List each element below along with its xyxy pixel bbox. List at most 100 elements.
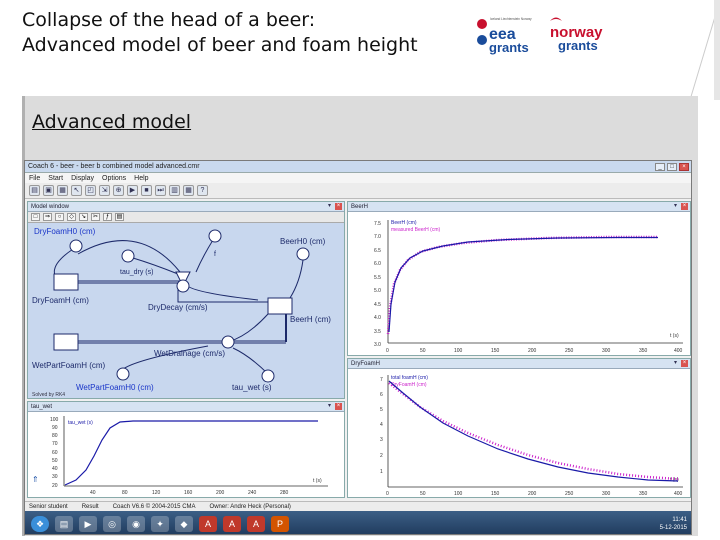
panel-close-icon[interactable]: × — [681, 203, 688, 210]
app-toolbar: ▤ ▣ ▦ ↖ ◰ ⇲ ⊕ ▶ ■ ⏭ ▥ ▦ ? — [25, 183, 691, 199]
beer-x-tick: 0 — [386, 348, 389, 354]
foam-y-tick: 3 — [380, 437, 383, 443]
label-dry-foam-h: DryFoamH (cm) — [32, 296, 89, 305]
powerpoint-icon[interactable]: P — [271, 515, 289, 532]
tau-y-tick: 70 — [52, 441, 58, 447]
solver-label: Solved by RK4 — [32, 392, 65, 398]
tau-wet-series — [64, 420, 318, 486]
scale-icon[interactable]: ⇲ — [99, 185, 110, 196]
model-diagram: DryFoamH0 (cm) tau_dry (s) f BeerH0 (cm)… — [32, 227, 331, 398]
label-wet-drainage: WetDrainage (cm/s) — [154, 349, 225, 358]
os-taskbar: ❖ ▤ ▶ ◎ ◉ ✦ ◆ A A A P 11:41 5-12-2015 — [25, 511, 691, 534]
label-dry-foam-h0: DryFoamH0 (cm) — [34, 227, 96, 236]
panel-menu-icon[interactable]: ▾ — [326, 203, 333, 210]
panel-close-icon[interactable]: × — [335, 403, 342, 410]
label-dry-decay: DryDecay (cm/s) — [148, 303, 208, 312]
foam-x-tick: 300 — [602, 491, 611, 497]
beer-y-tick: 7.0 — [374, 234, 381, 240]
norway-sub-text: grants — [558, 38, 598, 53]
minimize-button[interactable]: _ — [655, 162, 665, 171]
stop-icon[interactable]: ■ — [141, 185, 152, 196]
panel-menu-icon[interactable]: ▾ — [672, 203, 679, 210]
corner-decoration — [690, 0, 720, 100]
browser-icon[interactable]: ◎ — [103, 515, 121, 532]
tau-y-tick: 80 — [52, 433, 58, 439]
system-clock[interactable]: 11:41 5-12-2015 — [660, 516, 691, 532]
panel-menu-icon[interactable]: ▾ — [672, 360, 679, 367]
explorer-icon[interactable]: ▤ — [55, 515, 73, 532]
menu-display[interactable]: Display — [71, 175, 94, 182]
subtitle: Advanced model — [32, 111, 192, 133]
panel-close-icon[interactable]: × — [335, 203, 342, 210]
stock-tool-icon[interactable]: □ — [31, 213, 40, 221]
coach-icon[interactable]: ◆ — [175, 515, 193, 532]
run-icon[interactable]: ▶ — [127, 185, 138, 196]
eea-logo-mark: Iceland Liechtenstein Norway eea grants — [477, 17, 532, 55]
foam-height-graph: 7 6 5 4 3 2 1 0 50 100 150 200 250 300 3… — [380, 375, 683, 497]
status-owner: Owner: Andre Heck (Personal) — [209, 503, 291, 510]
tau-y-tick: 100 — [50, 417, 59, 423]
open-icon[interactable]: ▤ — [29, 185, 40, 196]
print-icon[interactable]: ▦ — [57, 185, 68, 196]
zoom-icon[interactable]: ⊕ — [113, 185, 124, 196]
menu-file[interactable]: File — [29, 175, 40, 182]
help-icon[interactable]: ? — [197, 185, 208, 196]
eea-sub-text: grants — [489, 40, 529, 55]
foam-measured-series — [388, 382, 679, 481]
tau-x-tick: 40 — [90, 490, 96, 496]
chart-icon[interactable]: ▥ — [169, 185, 180, 196]
select-icon[interactable]: ◰ — [85, 185, 96, 196]
beer-y-tick: 5.5 — [374, 275, 381, 281]
eea-small-text: Iceland Liechtenstein Norway — [490, 17, 532, 21]
cursor-icon[interactable]: ↖ — [71, 185, 82, 196]
beer-y-tick: 4.5 — [374, 302, 381, 308]
panel-menu-icon[interactable]: ▾ — [326, 403, 333, 410]
beer-legend-model: BeerH (cm) — [391, 220, 417, 226]
menu-options[interactable]: Options — [102, 175, 126, 182]
label-beer-h: BeerH (cm) — [290, 315, 331, 324]
equation-tool-icon[interactable]: ƒ — [103, 213, 112, 221]
tau-y-tick: 50 — [52, 458, 58, 464]
beer-panel-header: BeerH ▾ × — [348, 202, 690, 212]
tau-wet-panel: tau_wet ▾ × 100 90 80 70 60 50 40 30 20 4… — [27, 401, 345, 498]
menu-start[interactable]: Start — [48, 175, 63, 182]
cut-tool-icon[interactable]: ✂ — [91, 213, 100, 221]
close-button[interactable]: × — [679, 162, 689, 171]
connector-tool-icon[interactable]: ↘ — [79, 213, 88, 221]
media-icon[interactable]: ▶ — [79, 515, 97, 532]
beer-x-tick: 250 — [565, 348, 574, 354]
tau-y-tick: 40 — [52, 466, 58, 472]
slide-title: Collapse of the head of a beer: Advanced… — [22, 8, 452, 58]
foam-x-tick: 0 — [386, 491, 389, 497]
pdf-icon-2[interactable]: A — [223, 515, 241, 532]
status-user: Senior student — [29, 503, 68, 510]
table-icon[interactable]: ▦ — [183, 185, 194, 196]
status-version: Coach V6.6 © 2004-2015 CMA — [112, 503, 196, 510]
pdf-icon[interactable]: A — [199, 515, 217, 532]
step-icon[interactable]: ⏭ — [155, 185, 166, 196]
panel-close-icon[interactable]: × — [681, 360, 688, 367]
save-icon[interactable]: ▣ — [43, 185, 54, 196]
foam-x-tick: 200 — [528, 491, 537, 497]
app-icon[interactable]: ✦ — [151, 515, 169, 532]
model-toolbar: □ ⇒ ○ ◇ ↘ ✂ ƒ ▤ — [28, 212, 344, 223]
tau-x-tick: 120 — [152, 490, 161, 496]
app-statusbar: Senior student Result Coach V6.6 © 2004-… — [25, 501, 691, 511]
slide-title-line-2: Advanced model of beer and foam height — [22, 34, 418, 56]
beer-x-tick: 50 — [420, 348, 426, 354]
beer-measured-series — [386, 235, 658, 335]
label-beer-h0: BeerH0 (cm) — [280, 237, 326, 246]
constant-tool-icon[interactable]: ◇ — [67, 213, 76, 221]
menu-help[interactable]: Help — [134, 175, 148, 182]
aux-tool-icon[interactable]: ○ — [55, 213, 64, 221]
table-tool-icon[interactable]: ▤ — [115, 213, 124, 221]
foam-legend-total: total foamH (cm) — [391, 375, 428, 381]
flow-tool-icon[interactable]: ⇒ — [43, 213, 52, 221]
firefox-icon[interactable]: ◉ — [127, 515, 145, 532]
beer-height-panel: BeerH ▾ × 7.5 7.0 6.5 6.0 5.5 5.0 4.5 4.0… — [347, 201, 691, 356]
coach-app-window: Coach 6 - beer - beer b combined model a… — [24, 160, 692, 535]
maximize-button[interactable]: □ — [667, 162, 677, 171]
start-button[interactable]: ❖ — [31, 515, 49, 532]
pdf-icon-3[interactable]: A — [247, 515, 265, 532]
scroll-up-icon[interactable]: ⇑ — [32, 475, 39, 484]
